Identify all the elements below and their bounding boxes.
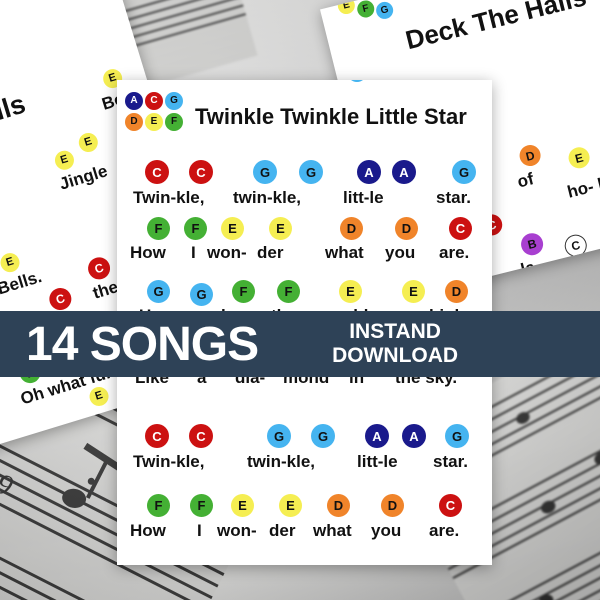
note-F: F [190,494,213,517]
note-G: G [253,160,277,184]
note-F: F [232,280,255,303]
promo-banner: 14 SONGS INSTAND DOWNLOAD [0,311,600,377]
lyric-how-2: How [130,521,166,540]
banner-song-count: 14 SONGS [26,317,259,371]
banner-download-label: INSTAND DOWNLOAD [332,320,458,367]
lyric-twinkle-1d: star. [436,188,471,207]
note-E: E [402,280,425,303]
note-C: C [449,217,472,240]
note-A: A [357,160,381,184]
lyric-ho-lly: ho- lly [565,171,600,202]
note-E: E [76,130,101,155]
lyric-what-2: what [313,521,352,540]
lyric-twinkle-1a: Twin-kle, [133,188,205,207]
legend-note-D: D [125,113,143,131]
lyric-der: der [257,243,284,262]
note-G: G [299,160,323,184]
note-D: D [340,217,363,240]
note-A: A [392,160,416,184]
lyric-twinkle-1c: litt-le [343,188,384,207]
note-color-legend: A C G D E F [125,92,187,134]
note-E: E [279,494,302,517]
lyric-are-2: are. [429,521,460,540]
legend-note-A: A [125,92,143,110]
lyric-won: won- [207,243,247,262]
note-E: E [269,217,292,240]
note-G: G [452,160,476,184]
note-C: C [145,424,169,448]
note-F: F [355,0,377,20]
note-G: G [347,80,367,82]
twinkle-title: Twinkle Twinkle Little Star [195,104,467,129]
note-C: C [189,160,213,184]
lyric-won-2: won- [217,521,257,540]
note-C: C [145,160,169,184]
legend-note-C: C [145,92,163,110]
note-E: E [566,145,592,171]
lyric-how: How [130,243,166,262]
note-E: E [52,148,77,173]
note-E: E [231,494,254,517]
note-G: G [374,0,395,21]
lyric-are: are. [439,243,470,262]
lyric-i-2: I [197,521,202,540]
note-D: D [327,494,350,517]
deck-the-halls-title: Deck The Halls [402,0,590,56]
lyric-der-2: der [269,521,296,540]
lyric-twinkle-2d: star. [433,452,468,471]
note-G: G [267,424,291,448]
lyric-what: what [325,243,364,262]
lyric-twinkle-1b: twin-kle, [233,188,302,207]
note-D: D [381,494,404,517]
note-D: D [517,142,543,169]
note-F: F [184,217,207,240]
note-A: A [402,424,426,448]
note-D: D [395,217,418,240]
note-G: G [445,424,469,448]
lyric-you-2: you [371,521,402,540]
note-F: F [147,217,170,240]
legend-note-F: F [165,113,183,131]
note-F: F [277,280,300,303]
lyric-twinkle-2a: Twin-kle, [133,452,205,471]
note-E: E [221,217,244,240]
note-C: C [189,424,213,448]
lyric-you: you [385,243,416,262]
banner-sub-line-2: DOWNLOAD [332,344,459,367]
jingle-bells-title: Jingle Bells [0,88,29,162]
note-G: G [147,280,170,303]
note-G: G [311,424,335,448]
note-E: E [339,280,362,303]
note-G: G [190,283,213,306]
lyric-twinkle-2c: litt-le [357,452,398,471]
note-C: C [439,494,462,517]
legend-note-G: G [165,92,183,110]
legend-note-E: E [145,113,163,131]
note-E: E [0,250,22,275]
note-B: B [518,230,546,258]
banner-sub-line-1: INSTAND [349,320,441,344]
lyric-twinkle-2b: twin-kle, [247,452,316,471]
note-A: A [365,424,389,448]
lyric-of: of [515,169,536,192]
poster-canvas: p 9 Jingle Bel [0,0,600,600]
note-D: D [445,280,468,303]
note-F: F [147,494,170,517]
lyric-i: I [191,243,196,262]
